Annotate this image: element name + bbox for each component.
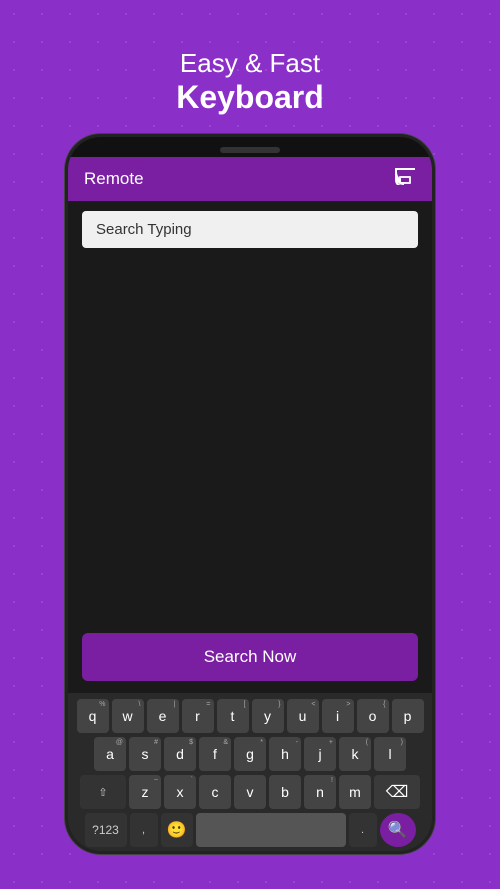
key-j[interactable]: +j bbox=[304, 737, 336, 771]
key-d[interactable]: $d bbox=[164, 737, 196, 771]
app-bar: Remote bbox=[68, 157, 432, 201]
key-i[interactable]: >i bbox=[322, 699, 354, 733]
key-shift[interactable]: ⇧ bbox=[80, 775, 126, 809]
key-h[interactable]: -h bbox=[269, 737, 301, 771]
key-a[interactable]: @a bbox=[94, 737, 126, 771]
key-y[interactable]: }y bbox=[252, 699, 284, 733]
key-l[interactable]: )l bbox=[374, 737, 406, 771]
phone-speaker bbox=[220, 147, 280, 153]
key-search[interactable]: 🔍 bbox=[380, 813, 416, 847]
key-o[interactable]: {o bbox=[357, 699, 389, 733]
keyboard: %q \w |e =r [t }y <u >i {o p @a #s $d &f… bbox=[68, 693, 432, 851]
key-backspace[interactable]: ⌫ bbox=[374, 775, 420, 809]
main-content: Search Now bbox=[68, 258, 432, 693]
key-q[interactable]: %q bbox=[77, 699, 109, 733]
cast-icon[interactable] bbox=[394, 167, 416, 191]
key-emoji[interactable]: 🙂 bbox=[161, 813, 193, 847]
key-period[interactable]: . bbox=[349, 813, 377, 847]
search-now-button[interactable]: Search Now bbox=[82, 633, 418, 681]
key-g[interactable]: *g bbox=[234, 737, 266, 771]
search-area bbox=[68, 201, 432, 258]
keyboard-bottom-row: ?123 , 🙂 . 🔍 bbox=[70, 813, 430, 847]
key-m[interactable]: m bbox=[339, 775, 371, 809]
key-k[interactable]: (k bbox=[339, 737, 371, 771]
key-e[interactable]: |e bbox=[147, 699, 179, 733]
key-b[interactable]: b bbox=[269, 775, 301, 809]
search-input[interactable] bbox=[82, 211, 418, 248]
app-title: Remote bbox=[84, 169, 144, 189]
header: Easy & Fast Keyboard bbox=[176, 48, 324, 116]
key-t[interactable]: [t bbox=[217, 699, 249, 733]
key-n[interactable]: !n bbox=[304, 775, 336, 809]
keyboard-row-2: @a #s $d &f *g -h +j (k )l bbox=[70, 737, 430, 771]
key-s[interactable]: #s bbox=[129, 737, 161, 771]
keyboard-row-3: ⇧ ~z `x c v b !n m ⌫ bbox=[70, 775, 430, 809]
header-line1: Easy & Fast bbox=[176, 48, 324, 79]
key-u[interactable]: <u bbox=[287, 699, 319, 733]
key-z[interactable]: ~z bbox=[129, 775, 161, 809]
key-f[interactable]: &f bbox=[199, 737, 231, 771]
key-space[interactable] bbox=[196, 813, 346, 847]
phone-top-bar bbox=[68, 137, 432, 157]
key-w[interactable]: \w bbox=[112, 699, 144, 733]
keyboard-row-1: %q \w |e =r [t }y <u >i {o p bbox=[70, 699, 430, 733]
key-p[interactable]: p bbox=[392, 699, 424, 733]
key-numbers[interactable]: ?123 bbox=[85, 813, 127, 847]
key-x[interactable]: `x bbox=[164, 775, 196, 809]
key-v[interactable]: v bbox=[234, 775, 266, 809]
phone-frame: Remote Search Now %q \w |e =r [t }y <u >… bbox=[65, 134, 435, 854]
header-line2: Keyboard bbox=[176, 79, 324, 116]
key-comma[interactable]: , bbox=[130, 813, 158, 847]
key-c[interactable]: c bbox=[199, 775, 231, 809]
key-r[interactable]: =r bbox=[182, 699, 214, 733]
